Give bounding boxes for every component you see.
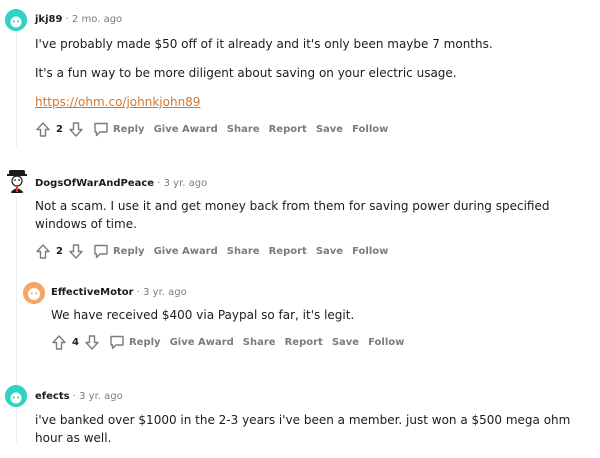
report-button[interactable]: Report <box>269 246 307 257</box>
comment-meta: EffectiveMotor · 3 yr. ago <box>51 286 187 300</box>
save-button[interactable]: Save <box>316 124 343 135</box>
comment-body: Not a scam. I use it and get money back … <box>35 197 580 244</box>
comment-paragraph: i've banked over $1000 in the 2-3 years … <box>35 413 571 445</box>
comment-author[interactable]: DogsOfWarAndPeace <box>35 178 154 189</box>
reply-button[interactable]: Reply <box>93 122 145 137</box>
downvote-button[interactable] <box>68 121 84 137</box>
avatar[interactable] <box>4 168 30 194</box>
reply-icon <box>110 335 124 349</box>
comment-paragraph: We have received $400 via Paypal so far,… <box>51 308 355 322</box>
reply-icon <box>94 122 108 136</box>
report-button[interactable]: Report <box>269 124 307 135</box>
comment-meta: efects · 3 yr. ago <box>35 390 123 404</box>
reply-icon <box>94 244 108 258</box>
give-award-button[interactable]: Give Award <box>154 124 218 135</box>
reply-button[interactable]: Reply <box>109 335 161 350</box>
vote-score: 2 <box>56 245 63 257</box>
meta-separator: · <box>65 14 69 25</box>
comment-body: We have received $400 via Paypal so far,… <box>51 306 581 335</box>
follow-button[interactable]: Follow <box>352 246 388 257</box>
comment-actions: 2 Reply Give Award Share Report Save Fol… <box>35 121 388 137</box>
save-button[interactable]: Save <box>316 246 343 257</box>
upvote-icon <box>36 243 50 259</box>
comment-paragraph: It's a fun way to be more diligent about… <box>35 66 457 80</box>
avatar[interactable] <box>5 385 27 407</box>
comment-author[interactable]: efects <box>35 391 70 402</box>
comment-actions: 4 Reply Give Award Share Report Save Fol… <box>51 334 404 350</box>
report-button[interactable]: Report <box>285 337 323 348</box>
downvote-button[interactable] <box>84 334 100 350</box>
thread-line[interactable] <box>16 32 17 147</box>
upvote-button[interactable] <box>35 121 51 137</box>
reply-label: Reply <box>128 336 161 348</box>
comment-meta: jkj89 · 2 mo. ago <box>35 13 122 27</box>
reply-label: Reply <box>112 245 145 257</box>
downvote-icon <box>85 334 99 350</box>
avatar-icon <box>7 170 27 193</box>
give-award-button[interactable]: Give Award <box>170 337 234 348</box>
avatar-icon <box>23 282 45 304</box>
upvote-button[interactable] <box>35 243 51 259</box>
comment-author[interactable]: EffectiveMotor <box>51 287 134 298</box>
vote-score: 4 <box>72 336 79 348</box>
upvote-icon <box>52 334 66 350</box>
share-button[interactable]: Share <box>227 246 260 257</box>
comment-time[interactable]: 3 yr. ago <box>79 391 123 402</box>
reply-button[interactable]: Reply <box>93 244 145 259</box>
reply-label: Reply <box>112 123 145 135</box>
avatar-icon <box>5 385 27 407</box>
downvote-icon <box>69 243 83 259</box>
meta-separator: · <box>136 287 140 298</box>
share-button[interactable]: Share <box>227 124 260 135</box>
comment-meta: DogsOfWarAndPeace · 3 yr. ago <box>35 177 207 191</box>
comment-paragraph: I've probably made $50 off of it already… <box>35 37 493 51</box>
comment-time[interactable]: 3 yr. ago <box>143 287 187 298</box>
avatar-icon <box>5 9 27 31</box>
upvote-button[interactable] <box>51 334 67 350</box>
comment-author[interactable]: jkj89 <box>35 14 62 25</box>
comment-body: I've probably made $50 off of it already… <box>35 35 580 122</box>
meta-separator: · <box>72 391 76 402</box>
thread-line[interactable] <box>16 197 17 389</box>
comment-time[interactable]: 3 yr. ago <box>164 178 208 189</box>
follow-button[interactable]: Follow <box>368 337 404 348</box>
downvote-button[interactable] <box>68 243 84 259</box>
avatar[interactable] <box>5 9 27 31</box>
comment-paragraph: Not a scam. I use it and get money back … <box>35 199 550 231</box>
downvote-icon <box>69 121 83 137</box>
thread-line[interactable] <box>16 405 17 443</box>
comment-actions: 2 Reply Give Award Share Report Save Fol… <box>35 243 388 259</box>
comment-link[interactable]: https://ohm.co/johnkjohn89 <box>35 95 200 109</box>
follow-button[interactable]: Follow <box>352 124 388 135</box>
share-button[interactable]: Share <box>243 337 276 348</box>
save-button[interactable]: Save <box>332 337 359 348</box>
give-award-button[interactable]: Give Award <box>154 246 218 257</box>
meta-separator: · <box>157 178 161 189</box>
vote-score: 2 <box>56 123 63 135</box>
avatar[interactable] <box>23 282 45 304</box>
comment-time[interactable]: 2 mo. ago <box>72 14 122 25</box>
upvote-icon <box>36 121 50 137</box>
comment-body: i've banked over $1000 in the 2-3 years … <box>35 411 580 458</box>
